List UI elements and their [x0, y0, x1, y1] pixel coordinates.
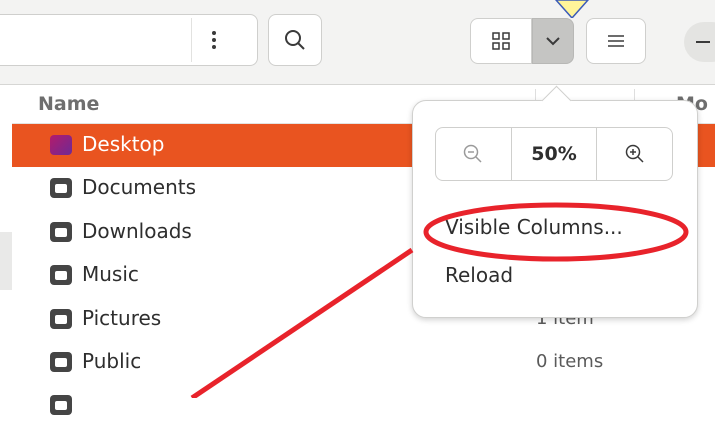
folder-icon — [50, 265, 72, 285]
path-bar[interactable] — [0, 14, 258, 66]
visible-columns-menu-item[interactable]: Visible Columns... — [445, 215, 623, 239]
file-size: 0 items — [536, 351, 604, 372]
folder-icon — [50, 309, 72, 329]
file-name: Documents — [82, 175, 197, 199]
zoom-out-icon — [464, 144, 482, 163]
list-view-icon — [608, 35, 624, 47]
sidebar-selection — [0, 232, 12, 290]
file-row-partial[interactable] — [12, 384, 715, 427]
grid-view-icon — [492, 32, 510, 50]
file-name: Public — [82, 349, 142, 373]
zoom-in-icon — [625, 144, 644, 163]
folder-icon — [50, 395, 72, 415]
reload-menu-item[interactable]: Reload — [445, 263, 513, 287]
zoom-controls: 50% — [435, 127, 673, 181]
zoom-out-button[interactable] — [436, 128, 511, 180]
file-name: Downloads — [82, 219, 192, 243]
window-minimize-button[interactable] — [684, 22, 715, 62]
path-menu-button[interactable] — [191, 18, 236, 62]
zoom-level-value[interactable]: 50% — [510, 128, 598, 180]
grid-view-button[interactable] — [470, 18, 532, 64]
search-icon — [285, 30, 305, 50]
search-button[interactable] — [268, 14, 322, 66]
folder-icon — [50, 135, 72, 155]
zoom-in-button[interactable] — [597, 128, 672, 180]
view-options-dropdown-button[interactable] — [532, 18, 574, 64]
chevron-down-icon — [546, 37, 560, 46]
annotation-marker — [554, 0, 590, 18]
minimize-icon — [696, 41, 710, 43]
folder-icon — [50, 222, 72, 242]
file-name: Music — [82, 262, 139, 286]
file-row-public[interactable]: Public 0 items — [12, 341, 715, 384]
vertical-dots-icon — [212, 31, 216, 49]
file-name: Desktop — [82, 132, 165, 156]
header-bar — [0, 0, 715, 85]
list-view-button[interactable] — [586, 18, 646, 64]
file-name: Pictures — [82, 306, 162, 330]
folder-icon — [50, 178, 72, 198]
column-name-header[interactable]: Name — [38, 93, 99, 115]
view-options-popover: 50% Visible Columns... Reload — [412, 85, 698, 318]
folder-icon — [50, 352, 72, 372]
